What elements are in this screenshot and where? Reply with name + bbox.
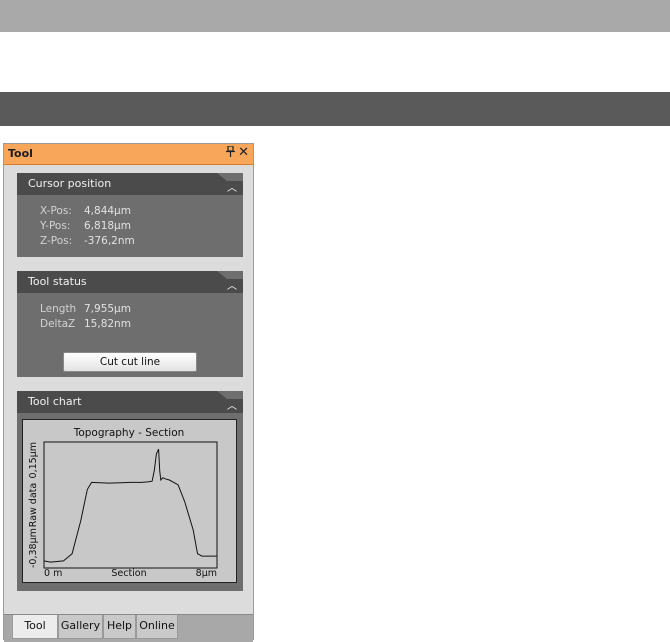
section-profile-line bbox=[43, 448, 217, 563]
length-label: Length bbox=[40, 303, 77, 315]
tool-status-header[interactable]: Tool status ︿ bbox=[17, 271, 243, 293]
collapse-chevron-icon[interactable]: ︿ bbox=[227, 277, 237, 292]
tab-tool[interactable]: Tool bbox=[12, 615, 58, 639]
y-tick-label-min: -0,38µm bbox=[28, 528, 39, 568]
y-pos-label: Y-Pos: bbox=[40, 220, 71, 232]
x-pos-label: X-Pos: bbox=[40, 205, 72, 217]
cursor-position-header[interactable]: Cursor position ︿ bbox=[17, 173, 243, 195]
collapse-chevron-icon[interactable]: ︿ bbox=[227, 179, 237, 194]
z-pos-row: Z-Pos: -376,2nm bbox=[40, 235, 135, 247]
deltaz-label: DeltaZ bbox=[40, 318, 76, 330]
panel-title: Tool bbox=[8, 147, 33, 160]
z-pos-value: -376,2nm bbox=[84, 235, 135, 247]
y-tick-label-max: 0,15µm bbox=[28, 442, 39, 478]
pin-icon[interactable] bbox=[226, 145, 235, 160]
cursor-position-section: Cursor position ︿ X-Pos: 4,844µm Y-Pos: 6,… bbox=[17, 173, 243, 257]
chart-svg: Topography - Section Section 0 m 8µm Raw… bbox=[28, 427, 218, 579]
tool-chart-section: Tool chart ︿ Topography - Section Sectio… bbox=[17, 391, 243, 591]
section-title: Tool chart bbox=[28, 395, 82, 408]
top-toolbar-bar bbox=[0, 0, 670, 32]
plot-area bbox=[43, 441, 218, 569]
collapse-chevron-icon[interactable]: ︿ bbox=[227, 397, 237, 412]
deltaz-value: 15,82nm bbox=[84, 318, 131, 330]
section-title: Cursor position bbox=[28, 177, 112, 190]
x-pos-row: X-Pos: 4,844µm bbox=[40, 205, 131, 217]
tab-online[interactable]: Online bbox=[136, 615, 178, 639]
chart-title: Topography - Section bbox=[73, 427, 185, 439]
tool-chart-header[interactable]: Tool chart ︿ bbox=[17, 391, 243, 413]
bottom-tab-strip: Tool Gallery Help Online bbox=[4, 614, 253, 642]
tab-gallery[interactable]: Gallery bbox=[58, 615, 103, 639]
x-tick-label-min: 0 m bbox=[44, 568, 62, 579]
section-title: Tool status bbox=[28, 275, 87, 288]
z-pos-label: Z-Pos: bbox=[40, 235, 73, 247]
y-axis-label: Raw data bbox=[28, 483, 39, 527]
x-pos-value: 4,844µm bbox=[84, 205, 131, 217]
length-value: 7,955µm bbox=[84, 303, 131, 315]
x-tick-label-max: 8µm bbox=[196, 568, 217, 579]
tab-help[interactable]: Help bbox=[103, 615, 136, 639]
x-axis-label: Section bbox=[111, 568, 146, 579]
y-pos-row: Y-Pos: 6,818µm bbox=[40, 220, 131, 232]
close-icon[interactable]: ✕ bbox=[238, 145, 249, 160]
cut-cut-line-button[interactable]: Cut cut line bbox=[63, 352, 197, 372]
tool-panel: Tool ✕ Cursor position ︿ X-Pos: 4,844µm Y… bbox=[3, 143, 254, 642]
y-pos-value: 6,818µm bbox=[84, 220, 131, 232]
topography-chart: Topography - Section Section 0 m 8µm Raw… bbox=[22, 419, 237, 583]
length-row: Length 7,955µm bbox=[40, 303, 131, 315]
tool-status-section: Tool status ︿ Length 7,955µm DeltaZ 15,82n… bbox=[17, 271, 243, 377]
dark-header-bar bbox=[0, 92, 670, 126]
deltaz-row: DeltaZ 15,82nm bbox=[40, 318, 131, 330]
panel-titlebar: Tool ✕ bbox=[4, 144, 253, 165]
